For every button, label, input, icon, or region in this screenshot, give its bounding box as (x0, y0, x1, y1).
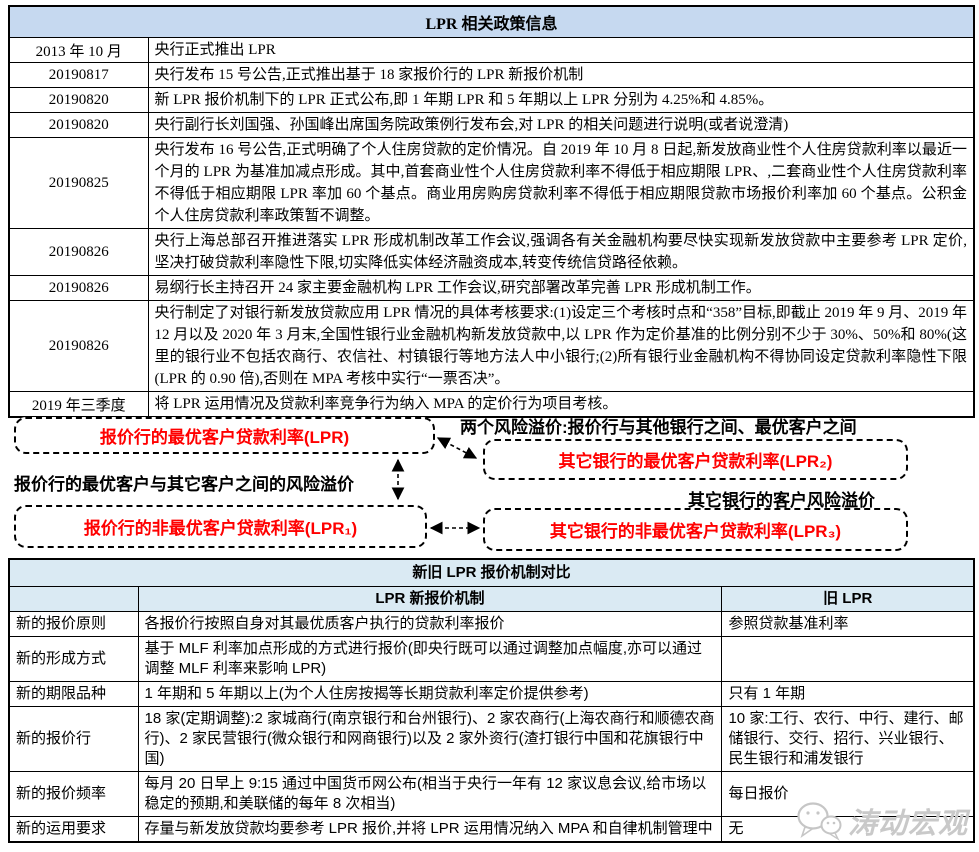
table-row: LPR 新报价机制 旧 LPR (9, 587, 974, 612)
row-label: 新的报价行 (9, 707, 138, 772)
new-mechanism-cell: 各报价行按照自身对其最优质客户执行的贷款利率报价 (138, 612, 722, 637)
new-mechanism-cell: 存量与新发放贷款均要参考 LPR 报价,并将 LPR 运用情况纳入 MPA 和自… (138, 817, 722, 843)
row-label: 新的期限品种 (9, 682, 138, 707)
new-mechanism-cell: 每月 20 日早上 9:15 通过中国货币网公布(相当于央行一年有 12 家议息… (138, 772, 722, 817)
table-row: 20190820 新 LPR 报价机制下的 LPR 正式公布,即 1 年期 LP… (9, 88, 974, 113)
row-label: 新的报价频率 (9, 772, 138, 817)
watermark: 涛动宏观 (796, 793, 978, 849)
box-other-bank-lpr3: 其它银行的非最优客户贷款利率(LPR₃) (483, 508, 908, 551)
policy-content: 新 LPR 报价机制下的 LPR 正式公布,即 1 年期 LPR 和 5 年期以… (148, 88, 974, 113)
row-label: 新的运用要求 (9, 817, 138, 843)
table-row: 20190826 易纲行长主持召开 24 家主要金融机构 LPR 工作会议,研究… (9, 276, 974, 301)
policy-content: 易纲行长主持召开 24 家主要金融机构 LPR 工作会议,研究部署改革完善 LP… (148, 276, 974, 301)
double-arrow-diagonal-icon (438, 438, 476, 458)
policy-date: 20190826 (9, 301, 148, 392)
lpr-policy-table: LPR 相关政策信息 2013 年 10 月 央行正式推出 LPR 201908… (8, 5, 975, 418)
box-quoting-bank-lpr1: 报价行的非最优客户贷款利率(LPR₁) (14, 505, 427, 548)
box-other-bank-lpr2: 其它银行的最优客户贷款利率(LPR₂) (483, 439, 908, 480)
comparison-table-title: 新旧 LPR 报价机制对比 (9, 559, 974, 587)
old-mechanism-cell: 只有 1 年期 (722, 682, 974, 707)
old-mechanism-cell: 参照贷款基准利率 (722, 612, 974, 637)
policy-content: 央行发布 15 号公告,正式推出基于 18 家报价行的 LPR 新报价机制 (148, 63, 974, 88)
policy-date: 20190825 (9, 138, 148, 229)
table-row: 新的报价原则 各报价行按照自身对其最优质客户执行的贷款利率报价 参照贷款基准利率 (9, 612, 974, 637)
row-label: 新的形成方式 (9, 637, 138, 682)
table-row: 20190826 央行制定了对银行新发放贷款应用 LPR 情况的具体考核要求:(… (9, 301, 974, 392)
table-row: 新旧 LPR 报价机制对比 (9, 559, 974, 587)
header-new-lpr: LPR 新报价机制 (138, 587, 722, 612)
old-mechanism-cell (722, 637, 974, 682)
new-mechanism-cell: 基于 MLF 利率加点形成的方式进行报价(即央行既可以通过调整加点幅度,亦可以通… (138, 637, 722, 682)
policy-date: 20190826 (9, 229, 148, 276)
table-row: 20190820 央行副行长刘国强、孙国峰出席国务院政策例行发布会,对 LPR … (9, 113, 974, 138)
policy-table-title: LPR 相关政策信息 (9, 6, 974, 38)
policy-content: 央行正式推出 LPR (148, 38, 974, 63)
policy-content: 央行制定了对银行新发放贷款应用 LPR 情况的具体考核要求:(1)设定三个考核时… (148, 301, 974, 392)
header-old-lpr: 旧 LPR (722, 587, 974, 612)
header-empty-cell (9, 587, 138, 612)
watermark-text: 涛动宏观 (848, 800, 968, 842)
table-row: 20190825 央行发布 16 号公告,正式明确了个人住房贷款的定价情况。自 … (9, 138, 974, 229)
policy-date: 20190820 (9, 88, 148, 113)
table-row: 20190817 央行发布 15 号公告,正式推出基于 18 家报价行的 LPR… (9, 63, 974, 88)
old-mechanism-cell: 10 家:工行、农行、中行、建行、邮储银行、交行、招行、兴业银行、民生银行和浦发… (722, 707, 974, 772)
label-quoting-bank-premium: 报价行的最优客户与其它客户之间的风险溢价 (14, 470, 354, 495)
label-two-risk-premiums: 两个风险溢价:报价行与其他银行之间、最优客户之间 (460, 413, 857, 438)
policy-date: 2013 年 10 月 (9, 38, 148, 63)
row-label: 新的报价原则 (9, 612, 138, 637)
box-quoting-bank-lpr: 报价行的最优客户贷款利率(LPR) (14, 417, 435, 454)
table-row: 新的报价行 18 家(定期调整):2 家城商行(南京银行和台州银行)、2 家农商… (9, 707, 974, 772)
new-mechanism-cell: 1 年期和 5 年期以上(为个人住房按揭等长期贷款利率定价提供参考) (138, 682, 722, 707)
table-row: 新的期限品种 1 年期和 5 年期以上(为个人住房按揭等长期贷款利率定价提供参考… (9, 682, 974, 707)
policy-date: 20190820 (9, 113, 148, 138)
wechat-icon (796, 800, 842, 842)
policy-content: 央行副行长刘国强、孙国峰出席国务院政策例行发布会,对 LPR 的相关问题进行说明… (148, 113, 974, 138)
policy-date: 20190826 (9, 276, 148, 301)
table-row: 新的形成方式 基于 MLF 利率加点形成的方式进行报价(即央行既可以通过调整加点… (9, 637, 974, 682)
policy-date: 20190817 (9, 63, 148, 88)
lpr-risk-premium-diagram: 报价行的最优客户贷款利率(LPR) 报价行的最优客户与其它客户之间的风险溢价 报… (0, 408, 979, 558)
new-mechanism-cell: 18 家(定期调整):2 家城商行(南京银行和台州银行)、2 家农商行(上海农商… (138, 707, 722, 772)
policy-content: 央行上海总部召开推进落实 LPR 形成机制改革工作会议,强调各有关金融机构要尽快… (148, 229, 974, 276)
table-row: 20190826 央行上海总部召开推进落实 LPR 形成机制改革工作会议,强调各… (9, 229, 974, 276)
table-row: LPR 相关政策信息 (9, 6, 974, 38)
table-row: 2013 年 10 月 央行正式推出 LPR (9, 38, 974, 63)
policy-content: 央行发布 16 号公告,正式明确了个人住房贷款的定价情况。自 2019 年 10… (148, 138, 974, 229)
